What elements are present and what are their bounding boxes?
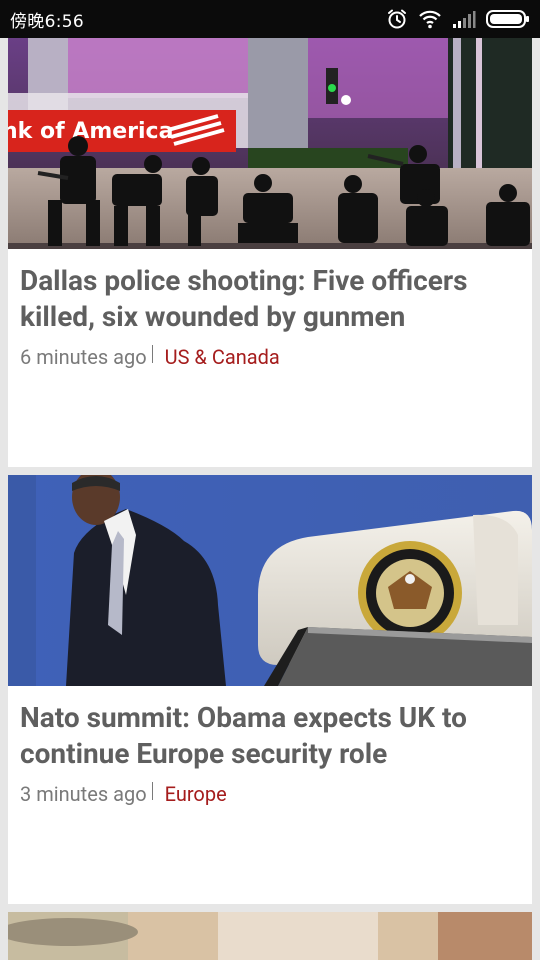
signal-icon bbox=[452, 9, 476, 29]
bank-sign-text: nk of America bbox=[8, 119, 173, 144]
article-title[interactable]: Nato summit: Obama expects UK to continu… bbox=[8, 686, 532, 772]
article-card[interactable] bbox=[8, 912, 532, 960]
article-meta: 3 minutes ago Europe bbox=[8, 772, 532, 806]
wifi-icon bbox=[418, 9, 442, 29]
article-image[interactable]: nk of America bbox=[8, 38, 532, 249]
article-timestamp: 3 minutes ago bbox=[20, 782, 147, 806]
article-title[interactable]: Dallas police shooting: Five officers ki… bbox=[8, 249, 532, 335]
article-timestamp: 6 minutes ago bbox=[20, 345, 147, 369]
article-image[interactable] bbox=[8, 912, 532, 960]
article-image[interactable] bbox=[8, 475, 532, 686]
alarm-icon bbox=[386, 8, 408, 30]
meta-divider bbox=[151, 345, 153, 363]
status-bar: 傍晚6:56 bbox=[0, 0, 540, 38]
article-card[interactable]: Nato summit: Obama expects UK to continu… bbox=[8, 475, 532, 904]
battery-icon bbox=[486, 9, 530, 29]
article-section-link[interactable]: Europe bbox=[165, 782, 227, 806]
meta-divider bbox=[151, 782, 153, 800]
news-feed[interactable]: nk of America Dallas police shooting: Fi… bbox=[0, 38, 540, 960]
article-meta: 6 minutes ago US & Canada bbox=[8, 335, 532, 369]
status-time: 傍晚6:56 bbox=[10, 11, 84, 32]
article-section-link[interactable]: US & Canada bbox=[165, 345, 280, 369]
article-card[interactable]: nk of America Dallas police shooting: Fi… bbox=[8, 38, 532, 467]
status-icons bbox=[386, 8, 530, 30]
